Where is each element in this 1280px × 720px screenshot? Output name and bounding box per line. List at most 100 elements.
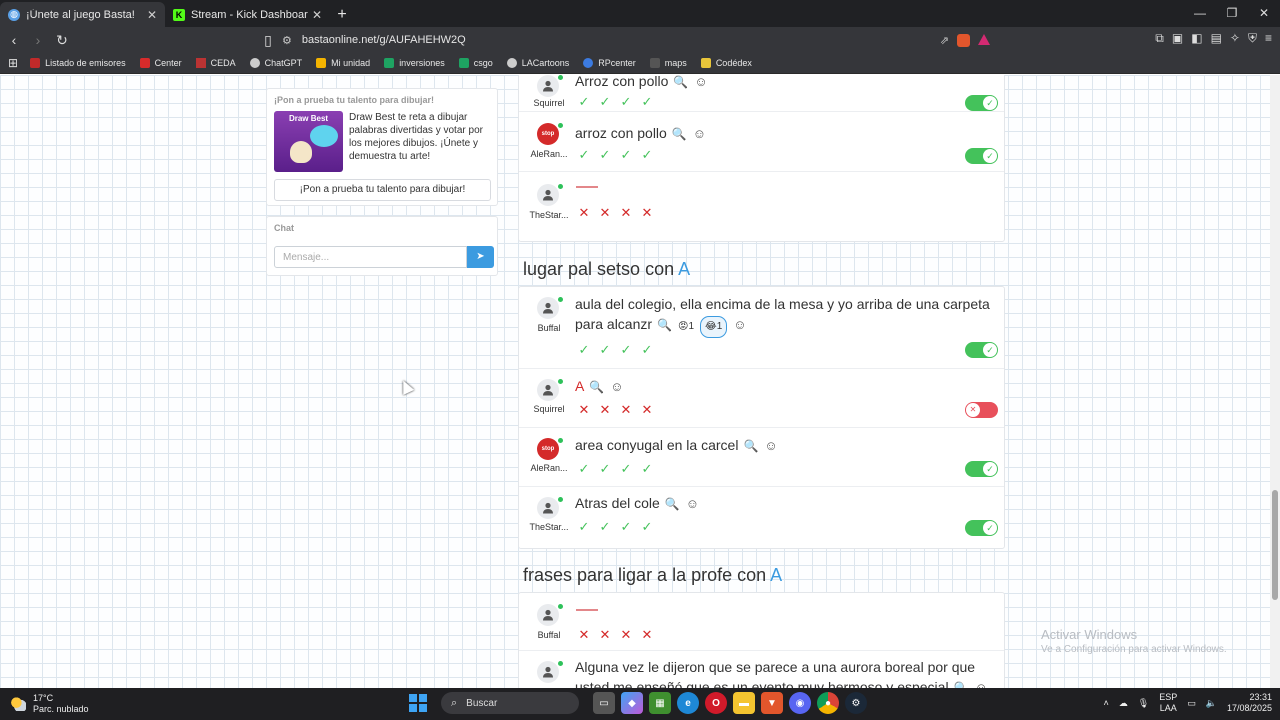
bookmark-item[interactable]: ChatGPT (249, 58, 302, 68)
wallet-icon[interactable]: ▤ (1211, 31, 1222, 46)
reload-icon[interactable]: ↻ (52, 32, 72, 49)
bookmark-icon[interactable]: ▯ (258, 32, 278, 49)
add-reaction-icon[interactable]: ☺ (694, 75, 707, 89)
cross-icon: ✕ (641, 402, 653, 417)
display-icon[interactable]: ▭ (1187, 698, 1196, 709)
scrollbar-thumb[interactable] (1272, 490, 1278, 600)
validity-toggle[interactable] (965, 95, 998, 111)
leo-icon[interactable]: ✧ (1230, 31, 1240, 46)
close-tab-icon[interactable]: ✕ (312, 8, 322, 22)
chevron-up-icon[interactable]: ˄ (1104, 698, 1109, 708)
weather-widget[interactable]: 17°C Parc. nublado (10, 693, 89, 715)
tab-bar: ◍ ¡Únete al juego Basta! ✕ K Stream - Ki… (0, 0, 1280, 27)
address-bar: ‹ › ↻ ▯ ⚙ bastaonline.net/g/AUFAHEHW2Q ⇗… (0, 27, 1280, 53)
search-icon[interactable]: 🔍 (657, 318, 672, 332)
brave-rewards-icon[interactable] (978, 33, 990, 45)
windows-start-icon[interactable] (409, 694, 427, 712)
minecraft-icon[interactable]: ▦ (649, 692, 671, 714)
forward-icon[interactable]: › (28, 32, 48, 48)
sidebar-icon[interactable]: ◧ (1191, 31, 1202, 46)
vpn-icon[interactable]: ⛨ (1248, 31, 1257, 46)
check-icon: ✓ (620, 147, 632, 162)
brave-shield-icon[interactable] (957, 33, 970, 47)
add-reaction-icon[interactable]: ☺ (764, 438, 777, 453)
search-icon[interactable]: 🔍 (954, 681, 969, 688)
apps-grid-icon[interactable]: ⊞ (8, 56, 18, 70)
clock[interactable]: 23:31 17/08/2025 (1227, 692, 1272, 714)
extensions-icon[interactable]: ⧉ (1155, 31, 1164, 46)
brave-icon[interactable]: ▼ (761, 692, 783, 714)
bookmark-item[interactable]: maps (649, 58, 687, 68)
tab-basta[interactable]: ◍ ¡Únete al juego Basta! ✕ (0, 2, 165, 27)
bookmark-item[interactable]: RPcenter (583, 58, 636, 68)
promo-button[interactable]: ¡Pon a prueba tu talento para dibujar! (274, 179, 491, 201)
page-scrollbar[interactable] (1270, 75, 1280, 688)
edge-icon[interactable]: e (677, 692, 699, 714)
draw-best-image[interactable]: Draw Best (274, 111, 343, 172)
validity-toggle[interactable] (965, 402, 998, 418)
empty-answer-dash (576, 609, 598, 611)
reaction-angry[interactable]: 😡1 (678, 317, 694, 337)
maximize-icon[interactable]: ❐ (1216, 0, 1248, 27)
bookmark-item[interactable]: Mi unidad (316, 58, 370, 68)
add-reaction-icon[interactable]: ☺ (733, 317, 746, 332)
bookmark-item[interactable]: LACartoons (506, 58, 569, 68)
media-icon[interactable]: ▣ (1172, 31, 1183, 46)
user-avatar (537, 379, 559, 401)
url-text[interactable]: bastaonline.net/g/AUFAHEHW2Q (302, 34, 940, 46)
reaction-laugh[interactable]: 😂1 (700, 316, 728, 338)
taskbar-search[interactable]: ⌕ Buscar (441, 692, 579, 714)
validity-toggle[interactable] (965, 342, 998, 358)
bookmark-item[interactable]: Listado de emisores (30, 58, 126, 68)
check-icon: ✓ (578, 461, 590, 476)
validity-toggle[interactable] (965, 520, 998, 536)
online-indicator (558, 661, 563, 666)
close-window-icon[interactable]: ✕ (1248, 0, 1280, 27)
username: AleRan... (530, 463, 568, 473)
search-icon[interactable]: 🔍 (589, 380, 604, 394)
activation-watermark: Activar Windows Ve a Configuración para … (1041, 627, 1227, 655)
volume-icon[interactable]: 🔈 (1206, 698, 1217, 709)
bookmark-item[interactable]: csgo (458, 58, 493, 68)
validity-toggle[interactable] (965, 148, 998, 164)
chat-message-input[interactable]: Mensaje... (274, 246, 467, 268)
user-avatar (537, 497, 559, 519)
search-icon[interactable]: 🔍 (673, 75, 688, 89)
online-indicator (558, 497, 563, 502)
send-message-button[interactable]: ➤ (467, 246, 494, 268)
add-reaction-icon[interactable]: ☺ (610, 379, 623, 394)
check-icon: ✓ (578, 147, 590, 162)
search-icon[interactable]: 🔍 (672, 127, 687, 141)
network-app-icon[interactable]: ☁ (1119, 698, 1128, 709)
add-reaction-icon[interactable]: ☺ (975, 680, 988, 688)
language-indicator[interactable]: ESP LAA (1159, 692, 1177, 714)
cross-icon: ✕ (641, 205, 653, 220)
answer-row: Alguna vez le dijeron que se parece a un… (519, 651, 1004, 688)
file-explorer-icon[interactable]: ▬ (733, 692, 755, 714)
close-tab-icon[interactable]: ✕ (147, 8, 157, 22)
site-info-icon[interactable]: ⚙ (282, 34, 292, 47)
new-tab-button[interactable]: + (330, 2, 354, 27)
discord-icon[interactable]: ◉ (789, 692, 811, 714)
back-icon[interactable]: ‹ (4, 32, 24, 48)
url-bar[interactable]: ⚙ bastaonline.net/g/AUFAHEHW2Q ⇗ (282, 29, 998, 51)
minimize-icon[interactable]: — (1184, 0, 1216, 27)
opera-icon[interactable]: O (705, 692, 727, 714)
chrome-icon[interactable]: ● (817, 692, 839, 714)
add-reaction-icon[interactable]: ☺ (693, 126, 706, 141)
steam-icon[interactable]: ⚙ (845, 692, 867, 714)
copilot-icon[interactable]: ◆ (621, 692, 643, 714)
microphone-icon[interactable]: 🎙 (1138, 698, 1149, 709)
share-icon[interactable]: ⇗ (940, 34, 949, 47)
validity-toggle[interactable] (965, 461, 998, 477)
bookmark-item[interactable]: CEDA (195, 58, 236, 68)
task-view-icon[interactable]: ▭ (593, 692, 615, 714)
tab-kick[interactable]: K Stream - Kick Dashboard ✕ (165, 2, 330, 27)
add-reaction-icon[interactable]: ☺ (686, 496, 699, 511)
search-icon[interactable]: 🔍 (743, 439, 758, 453)
bookmark-item[interactable]: Codédex (700, 58, 752, 68)
bookmark-item[interactable]: inversiones (384, 58, 445, 68)
search-icon[interactable]: 🔍 (665, 497, 680, 511)
menu-icon[interactable]: ≡ (1265, 31, 1272, 46)
bookmark-item[interactable]: Center (139, 58, 182, 68)
